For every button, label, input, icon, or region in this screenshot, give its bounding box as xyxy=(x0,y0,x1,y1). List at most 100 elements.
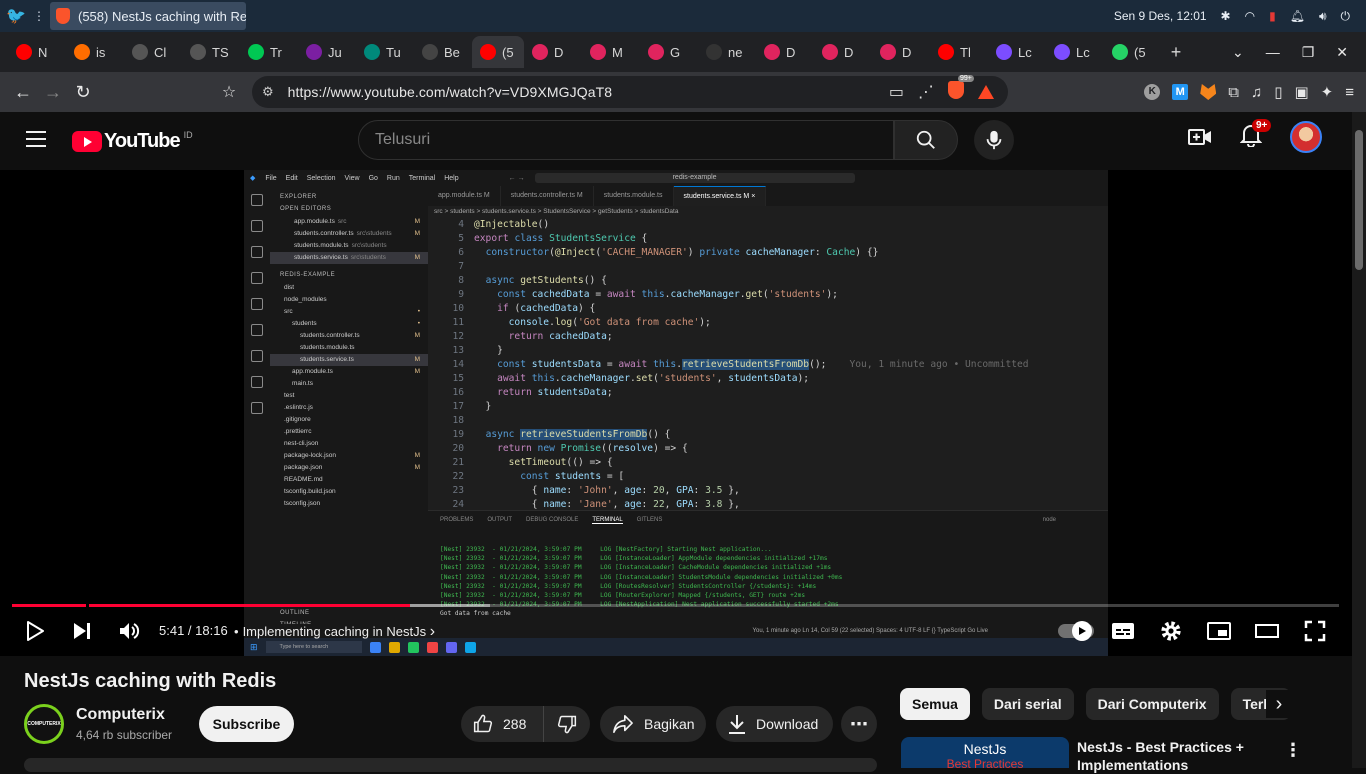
search-input[interactable]: Telusuri xyxy=(358,120,894,160)
browser-tab[interactable]: Be xyxy=(414,36,472,68)
browser-tab[interactable]: D xyxy=(524,36,582,68)
bookmark-icon[interactable]: ☆ xyxy=(214,82,244,102)
os-window-title: (558) NestJs caching with Re... xyxy=(78,9,246,24)
code-line: async getStudents() { xyxy=(474,274,607,288)
os-launcher-icon[interactable]: 🐦 xyxy=(0,0,32,32)
search-button[interactable] xyxy=(894,120,958,160)
browser-tab[interactable]: (5 xyxy=(1104,36,1162,68)
progress-bar[interactable] xyxy=(12,604,1339,607)
browser-tab[interactable]: Cl xyxy=(124,36,182,68)
minimize-icon[interactable]: — xyxy=(1266,44,1280,61)
subscribe-button[interactable]: Subscribe xyxy=(199,706,294,742)
fullscreen-button[interactable] xyxy=(1302,616,1328,646)
browser-tab[interactable]: N xyxy=(8,36,66,68)
channel-name[interactable]: Computerix xyxy=(76,706,165,724)
share-icon[interactable]: ⋰ xyxy=(918,82,934,102)
extension-m-icon[interactable]: M xyxy=(1172,84,1188,100)
code-line: async retrieveStudentsFromDb() { xyxy=(474,428,670,442)
recommended-video-thumbnail[interactable]: NestJs Best Practices xyxy=(901,737,1069,768)
theater-mode-button[interactable] xyxy=(1254,616,1280,646)
browser-tab[interactable]: G xyxy=(640,36,698,68)
address-bar[interactable]: ⚙ https://www.youtube.com/watch?v=VD9XMG… xyxy=(252,76,1008,108)
mute-button[interactable] xyxy=(116,616,142,646)
explorer-file-name: tsconfig.json xyxy=(284,500,320,507)
browser-tab[interactable]: Tu xyxy=(356,36,414,68)
bluetooth-icon[interactable]: ✱ xyxy=(1221,9,1231,23)
miniplayer-button[interactable] xyxy=(1206,616,1232,646)
browser-tab[interactable]: is xyxy=(66,36,124,68)
download-button[interactable]: Download xyxy=(716,706,833,742)
page-scrollbar[interactable] xyxy=(1352,112,1366,768)
browser-tab[interactable]: M xyxy=(582,36,640,68)
more-actions-button[interactable]: ⋯ xyxy=(841,706,877,742)
filter-chip[interactable]: Semua xyxy=(900,688,970,720)
chapter-title[interactable]: •Implementing caching in NestJs › xyxy=(244,623,435,641)
vscode-menu-item: Run xyxy=(387,175,400,182)
browser-tab[interactable]: D xyxy=(756,36,814,68)
voice-search-button[interactable] xyxy=(974,120,1014,160)
reload-icon[interactable]: ↻ xyxy=(68,82,98,103)
recommended-video-title[interactable]: NestJs - Best Practices + Implementation… xyxy=(1077,738,1277,774)
channel-avatar[interactable]: COMPUTERIX xyxy=(24,704,64,744)
new-tab-button[interactable]: + xyxy=(1162,42,1190,63)
subscriber-count: 4,64 rb subscriber xyxy=(76,728,172,742)
browser-tab[interactable]: D xyxy=(814,36,872,68)
maximize-icon[interactable]: ❐ xyxy=(1302,44,1315,61)
cast-icon[interactable]: ▭ xyxy=(889,82,904,102)
browser-menu-icon[interactable]: ≡ xyxy=(1345,84,1354,101)
share-button[interactable]: Bagikan xyxy=(600,706,706,742)
create-video-icon[interactable] xyxy=(1188,126,1212,148)
recommended-video-menu-icon[interactable]: ⋮ xyxy=(1284,740,1302,761)
media-icon[interactable]: ♫ xyxy=(1251,84,1262,101)
dislike-button[interactable] xyxy=(544,706,590,742)
autoplay-toggle[interactable] xyxy=(1056,616,1096,646)
settings-button[interactable] xyxy=(1158,616,1184,646)
scrollbar-thumb[interactable] xyxy=(1355,130,1363,270)
browser-tab[interactable]: Tr xyxy=(240,36,298,68)
account-avatar[interactable] xyxy=(1290,121,1322,153)
browser-tab[interactable]: TS xyxy=(182,36,240,68)
filter-chip[interactable]: Dari serial xyxy=(982,688,1074,720)
close-window-icon[interactable]: ✕ xyxy=(1336,44,1348,61)
metamask-icon[interactable] xyxy=(1200,84,1216,100)
notifications-button[interactable]: 9+ xyxy=(1240,123,1262,152)
bell-icon[interactable]: 🔔︎ xyxy=(1290,9,1305,23)
browser-tab[interactable]: (5✕ xyxy=(472,36,524,68)
next-button[interactable] xyxy=(70,616,94,646)
subtitles-button[interactable] xyxy=(1110,616,1136,646)
browser-tab[interactable]: Lc xyxy=(988,36,1046,68)
youtube-logo[interactable]: YouTube ID xyxy=(72,130,193,153)
extensions-puzzle-icon[interactable]: ⧉ xyxy=(1228,84,1239,101)
site-info-icon[interactable]: ⚙ xyxy=(262,84,274,100)
brave-shield-icon[interactable]: 99+ xyxy=(948,81,964,104)
play-button[interactable] xyxy=(22,616,48,646)
like-button[interactable]: 288 xyxy=(461,706,544,742)
video-player[interactable]: ◆ FileEditSelectionViewGoRunTerminalHelp… xyxy=(0,170,1352,656)
hamburger-menu-icon[interactable] xyxy=(26,131,46,147)
os-taskbar-window[interactable]: (558) NestJs caching with Re... xyxy=(50,2,246,30)
leo-ai-icon[interactable]: ✦ xyxy=(1321,83,1334,101)
os-menu-icon[interactable]: ⋮ xyxy=(32,9,46,23)
forward-icon[interactable]: → xyxy=(38,82,68,103)
browser-tab[interactable]: ne xyxy=(698,36,756,68)
brave-rewards-icon[interactable] xyxy=(978,85,994,99)
power-icon[interactable]: ⏻ xyxy=(1341,9,1351,24)
wallet-icon[interactable]: ▣ xyxy=(1294,83,1308,101)
chips-next-button[interactable]: › xyxy=(1266,690,1292,718)
battery-icon[interactable]: ▮ xyxy=(1269,9,1276,23)
browser-tab[interactable]: D xyxy=(872,36,930,68)
sidebar-icon[interactable]: ▯ xyxy=(1274,83,1282,101)
browser-tab[interactable]: Lc xyxy=(1046,36,1104,68)
explorer-file-name: students.controller.ts xyxy=(300,332,360,339)
tab-search-icon[interactable]: ⌄ xyxy=(1232,44,1244,61)
volume-icon[interactable]: 🔊︎ xyxy=(1319,9,1327,24)
profile-k-icon[interactable]: K xyxy=(1144,84,1160,100)
back-icon[interactable]: ← xyxy=(8,82,38,103)
wifi-icon[interactable]: ◠ xyxy=(1245,9,1255,23)
browser-tab[interactable]: Tl xyxy=(930,36,988,68)
browser-tab[interactable]: Ju xyxy=(298,36,356,68)
description-box[interactable] xyxy=(24,758,877,772)
url-text[interactable]: https://www.youtube.com/watch?v=VD9XMGJQ… xyxy=(288,84,613,100)
filter-chip[interactable]: Dari Computerix xyxy=(1086,688,1219,720)
os-clock[interactable]: Sen 9 Des, 12:01 xyxy=(1114,9,1207,23)
